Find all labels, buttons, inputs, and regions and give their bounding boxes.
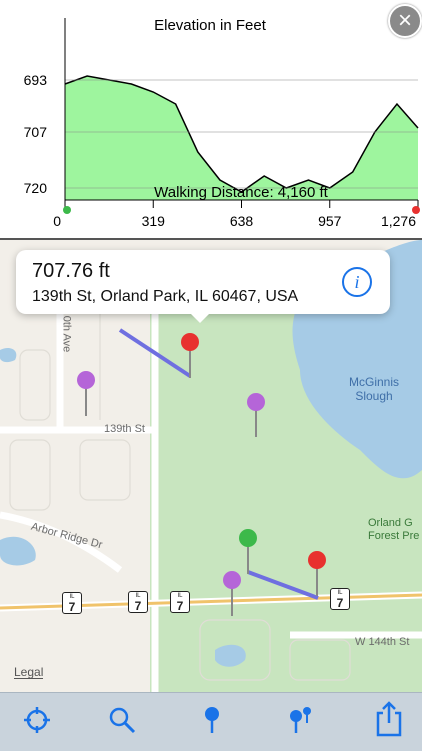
pin-icon[interactable] [197, 705, 227, 735]
street-label-144th: W 144th St [355, 636, 409, 648]
x-tick-label: 0 [53, 213, 61, 229]
callout-address: 139th St, Orland Park, IL 60467, USA [32, 288, 298, 306]
x-tick-label: 1,276 [381, 213, 416, 229]
pin-callout[interactable]: 707.76 ft 139th St, Orland Park, IL 6046… [16, 250, 390, 314]
elevation-area [65, 76, 418, 200]
elevation-chart-svg: 720 707 693 0 319 638 957 1,276 Elevation in Fee… [0, 0, 422, 240]
pin-purple-west[interactable] [77, 371, 95, 416]
legal-link[interactable]: Legal [14, 666, 43, 679]
pond-water-small [0, 348, 16, 362]
close-icon[interactable]: × [388, 4, 422, 38]
route-shield: IL7 [128, 591, 148, 613]
forest-preserve-label: Orland G Forest Pre [368, 517, 422, 543]
route-shield: IL7 [170, 591, 190, 613]
search-icon[interactable] [107, 705, 137, 735]
street-label-139th: 139th St [104, 423, 145, 435]
route-pins-icon[interactable] [285, 705, 315, 735]
route-shield: IL7 [330, 588, 350, 610]
route-shield: IL7 [62, 592, 82, 614]
start-marker-icon [63, 206, 71, 214]
callout-elevation: 707.76 ft [32, 260, 110, 283]
locate-icon[interactable] [22, 705, 52, 735]
x-tick-label: 957 [318, 213, 342, 229]
bottom-toolbar [0, 692, 422, 751]
x-tick-label: 319 [142, 213, 166, 229]
walking-distance-label: Walking Distance: 4,160 ft [154, 184, 329, 201]
pond-water [0, 537, 36, 566]
lake-label: McGinnis Slough [334, 375, 414, 403]
info-icon[interactable]: i [342, 267, 372, 297]
y-tick-label: 720 [24, 180, 48, 196]
elevation-chart: 720 707 693 0 319 638 957 1,276 Elevation in Fee… [0, 0, 422, 240]
share-icon[interactable] [374, 701, 404, 737]
y-tick-label: 707 [24, 124, 48, 140]
x-tick-label: 638 [230, 213, 254, 229]
y-tick-label: 693 [24, 72, 48, 88]
end-marker-icon [412, 206, 420, 214]
chart-title: Elevation in Feet [154, 17, 267, 34]
street-label-ave: 0th Ave [60, 316, 72, 353]
